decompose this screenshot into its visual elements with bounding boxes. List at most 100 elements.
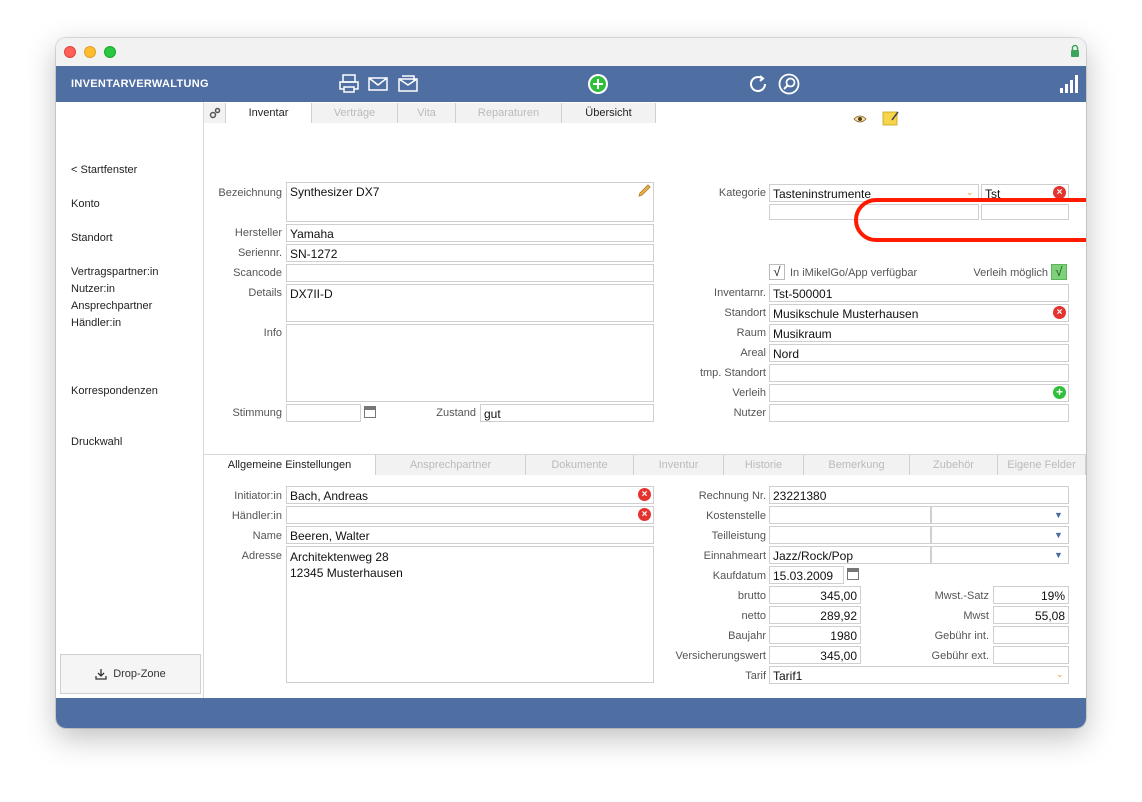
teilleistung-select[interactable]: [931, 526, 1069, 544]
close-window-button[interactable]: [64, 46, 76, 58]
stats-icon[interactable]: [1056, 72, 1080, 96]
zustand-label: Zustand: [436, 407, 476, 419]
tab-bemerkung[interactable]: Bemerkung: [804, 455, 910, 475]
inventarnr-field[interactable]: Tst-500001: [769, 284, 1069, 302]
tab-reparaturen[interactable]: Reparaturen: [456, 103, 562, 123]
mwst-field[interactable]: 55,08: [993, 606, 1069, 624]
drop-zone[interactable]: Drop-Zone: [60, 654, 201, 694]
sidebar-item-haendler[interactable]: Händler:in: [71, 317, 121, 329]
zoom-window-button[interactable]: [104, 46, 116, 58]
details-label: Details: [248, 287, 282, 299]
tab-eigene-felder[interactable]: Eigene Felder: [998, 455, 1086, 475]
minimize-window-button[interactable]: [84, 46, 96, 58]
tab-vita[interactable]: Vita: [398, 103, 456, 123]
print-icon[interactable]: [337, 72, 361, 96]
adresse-label: Adresse: [241, 550, 282, 562]
clear-standort-icon[interactable]: ×: [1053, 306, 1066, 319]
sidebar-item-korrespondenzen[interactable]: Korrespondenzen: [71, 385, 158, 397]
scancode-label: Scancode: [233, 267, 282, 279]
tab-uebersicht[interactable]: Übersicht: [562, 103, 656, 123]
mail-open-icon[interactable]: [396, 72, 420, 96]
sidebar-item-nutzer[interactable]: Nutzer:in: [71, 283, 115, 295]
raum-label: Raum: [736, 327, 766, 339]
gebuehr-int-field[interactable]: [993, 626, 1069, 644]
tab-allgemeine-einstellungen[interactable]: Allgemeine Einstellungen: [204, 455, 376, 475]
gebuehr-ext-field[interactable]: [993, 646, 1069, 664]
calendar-icon[interactable]: [847, 568, 859, 580]
sidebar-item-vertragspartner[interactable]: Vertragspartner:in: [71, 266, 158, 278]
verleih-label: Verleih: [732, 387, 766, 399]
rechnung-field[interactable]: 23221380: [769, 486, 1069, 504]
sidebar-item-konto[interactable]: Konto: [71, 198, 100, 210]
sidebar-item-ansprechpartner[interactable]: Ansprechpartner: [71, 300, 152, 312]
bezeichnung-field[interactable]: Synthesizer DX7: [286, 182, 654, 222]
kaufdatum-field[interactable]: 15.03.2009: [769, 566, 844, 584]
sidebar-item-druckwahl[interactable]: Druckwahl: [71, 436, 122, 448]
haendler-field[interactable]: [286, 506, 654, 524]
verleih-field[interactable]: [769, 384, 1069, 402]
kostenstelle-select[interactable]: [931, 506, 1069, 524]
kaufdatum-label: Kaufdatum: [712, 570, 766, 582]
info-field[interactable]: [286, 324, 654, 402]
standort-field[interactable]: Musikschule Musterhausen: [769, 304, 1069, 322]
hersteller-field[interactable]: Yamaha: [286, 224, 654, 242]
details-field[interactable]: DX7II-D: [286, 284, 654, 322]
adresse-field[interactable]: Architektenweg 28 12345 Musterhausen: [286, 546, 654, 683]
verleih-moeglich-checkbox[interactable]: √: [1051, 264, 1067, 280]
kostenstelle-field[interactable]: [769, 506, 931, 524]
name-field[interactable]: Beeren, Walter: [286, 526, 654, 544]
clear-haendler-icon[interactable]: ×: [638, 508, 651, 521]
einnahmeart-select[interactable]: [931, 546, 1069, 564]
scancode-field[interactable]: [286, 264, 654, 282]
brutto-label: brutto: [737, 590, 766, 602]
zustand-field[interactable]: gut: [480, 404, 654, 422]
calendar-icon[interactable]: [364, 406, 376, 418]
netto-field[interactable]: 289,92: [769, 606, 861, 624]
tab-vertraege[interactable]: Verträge: [312, 103, 398, 123]
clear-initiator-icon[interactable]: ×: [638, 488, 651, 501]
search-icon[interactable]: [777, 72, 801, 96]
mail-icon[interactable]: [366, 72, 390, 96]
note-icon[interactable]: [882, 110, 900, 126]
brutto-field[interactable]: 345,00: [769, 586, 861, 604]
initiator-field[interactable]: Bach, Andreas: [286, 486, 654, 504]
main-content: Inventar Verträge Vita Reparaturen Übers…: [204, 102, 1086, 698]
info-label: Info: [263, 327, 282, 339]
tab-inventar[interactable]: Inventar: [226, 103, 312, 123]
tab-zubehoer[interactable]: Zubehör: [910, 455, 998, 475]
refresh-icon[interactable]: [746, 72, 770, 96]
tab-dokumente[interactable]: Dokumente: [526, 455, 634, 475]
areal-field[interactable]: Nord: [769, 344, 1069, 362]
baujahr-field[interactable]: 1980: [769, 626, 861, 644]
eye-icon[interactable]: [853, 114, 867, 124]
app-available-checkbox[interactable]: √: [769, 264, 785, 280]
tarif-label: Tarif: [745, 670, 766, 682]
pencil-icon[interactable]: [637, 184, 651, 198]
app-toolbar: INVENTARVERWALTUNG: [56, 66, 1086, 102]
app-title: INVENTARVERWALTUNG: [71, 78, 209, 90]
bottom-tab-bar: Allgemeine Einstellungen Ansprechpartner…: [204, 455, 1086, 475]
add-icon[interactable]: [586, 72, 610, 96]
tab-inventur[interactable]: Inventur: [634, 455, 724, 475]
tmp-standort-field[interactable]: [769, 364, 1069, 382]
stimmung-field[interactable]: [286, 404, 361, 422]
kategorie-label: Kategorie: [718, 187, 766, 199]
hersteller-label: Hersteller: [234, 227, 282, 239]
mwst-satz-field[interactable]: 19%: [993, 586, 1069, 604]
tab-settings[interactable]: [204, 103, 226, 123]
versicherungswert-field[interactable]: 345,00: [769, 646, 861, 664]
chevron-down-icon: ⌄: [966, 187, 974, 197]
add-verleih-icon[interactable]: +: [1053, 386, 1066, 399]
dropdown-arrow-icon: ▼: [1054, 530, 1063, 540]
nutzer-field[interactable]: [769, 404, 1069, 422]
raum-field[interactable]: Musikraum: [769, 324, 1069, 342]
tab-historie[interactable]: Historie: [724, 455, 804, 475]
seriennr-field[interactable]: SN-1272: [286, 244, 654, 262]
sidebar-item-startfenster[interactable]: < Startfenster: [71, 164, 137, 176]
einnahmeart-field[interactable]: Jazz/Rock/Pop: [769, 546, 931, 564]
sidebar: < Startfenster Konto Standort Vertragspa…: [56, 102, 204, 698]
tab-ansprechpartner[interactable]: Ansprechpartner: [376, 455, 526, 475]
tarif-select[interactable]: Tarif1: [769, 666, 1069, 684]
sidebar-item-standort[interactable]: Standort: [71, 232, 113, 244]
teilleistung-field[interactable]: [769, 526, 931, 544]
